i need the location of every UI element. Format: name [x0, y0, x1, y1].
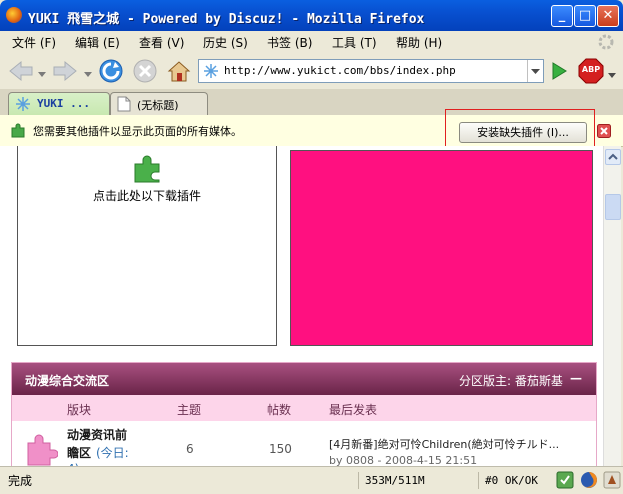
adblock-button[interactable]: ABP	[578, 58, 604, 84]
posts-count: 150	[269, 442, 292, 456]
puzzle-icon	[132, 154, 162, 184]
forum-column-header: 版块 主题 帖数 最后发表	[12, 395, 596, 421]
status-extension-icon[interactable]	[556, 471, 574, 489]
notification-close-icon[interactable]	[597, 124, 611, 138]
tab-untitled[interactable]: (无标题)	[110, 92, 208, 115]
column-board: 版块	[67, 403, 92, 417]
menu-view[interactable]: 查看 (V)	[139, 34, 184, 51]
topics-count: 6	[186, 442, 194, 456]
home-button[interactable]	[166, 58, 192, 84]
minimize-button[interactable]: _	[551, 5, 573, 27]
board-name-cont[interactable]: 瞻区	[67, 444, 91, 461]
forward-arrow-icon	[53, 60, 77, 82]
navigation-toolbar: http://www.yukict.com/bbs/index.php ABP	[0, 53, 623, 90]
security-status-icon[interactable]	[603, 471, 621, 489]
status-text: 完成	[8, 474, 33, 488]
table-row: 动漫资讯前 瞻区 (今日: 4) 6 150 [4月新番]绝对可怜Childre…	[12, 421, 596, 466]
menu-help[interactable]: 帮助 (H)	[396, 34, 442, 51]
tab-favicon	[15, 96, 31, 112]
page-content: 点击此处以下载插件 动漫综合交流区 分区版主: 番茄斯基 — 版块 主题 帖数 …	[0, 146, 603, 466]
notification-message: 您需要其他插件以显示此页面的所有媒体。	[33, 125, 242, 138]
url-text[interactable]: http://www.yukict.com/bbs/index.php	[224, 64, 456, 77]
site-favicon	[203, 63, 219, 79]
tab-yuki[interactable]: YUKI ...	[8, 92, 110, 115]
board-puzzle-icon	[22, 433, 59, 466]
firefox-icon	[6, 7, 22, 23]
scroll-up-button[interactable]	[605, 149, 621, 165]
highlight-box	[445, 109, 595, 148]
menu-file[interactable]: 文件 (F)	[12, 34, 56, 51]
firefox-status-icon[interactable]	[580, 471, 598, 489]
plugin-placeholder[interactable]: 点击此处以下载插件	[17, 146, 277, 346]
menu-edit[interactable]: 编辑 (E)	[75, 34, 120, 51]
adblock-label: ABP	[581, 65, 601, 74]
flash-placeholder[interactable]	[290, 150, 593, 346]
back-button[interactable]	[8, 60, 34, 82]
memory-indicator: 353M/511M	[358, 472, 483, 489]
section-moderator[interactable]: 分区版主: 番茄斯基	[459, 372, 563, 389]
last-post-meta[interactable]: by 0808 - 2008-4-15 21:51	[329, 454, 477, 466]
section-title[interactable]: 动漫综合交流区	[25, 372, 109, 389]
reload-button[interactable]	[98, 58, 124, 84]
vertical-scrollbar[interactable]	[603, 146, 621, 466]
scroll-thumb[interactable]	[605, 194, 621, 220]
plugin-download-link[interactable]: 点击此处以下载插件	[18, 187, 276, 204]
url-dropdown-icon[interactable]	[527, 60, 543, 82]
forum-section-header: 动漫综合交流区 分区版主: 番茄斯基 —	[12, 363, 596, 395]
forward-button[interactable]	[52, 60, 78, 82]
board-name[interactable]: 动漫资讯前	[67, 426, 127, 443]
column-topics: 主题	[177, 403, 202, 417]
tab-label: (无标题)	[137, 99, 179, 112]
puzzle-icon	[10, 123, 26, 139]
page-icon	[117, 96, 131, 112]
menu-history[interactable]: 历史 (S)	[203, 34, 248, 51]
go-arrow-icon	[552, 62, 567, 80]
menu-tools[interactable]: 工具 (T)	[332, 34, 377, 51]
window-title: YUKI 飛雪之城 - Powered by Discuz! - Mozilla…	[28, 12, 425, 27]
throbber-icon	[597, 33, 615, 51]
menu-bookmarks[interactable]: 书签 (B)	[267, 34, 312, 51]
column-posts: 帖数	[267, 403, 292, 417]
last-post-title[interactable]: [4月新番]绝对可怜Children(絶対可怜チルド...	[329, 436, 559, 452]
stop-icon	[133, 59, 157, 83]
back-dropdown-icon[interactable]	[38, 67, 46, 77]
reload-icon	[99, 59, 123, 83]
stop-button[interactable]	[132, 58, 158, 84]
go-button[interactable]	[548, 60, 570, 82]
collapse-button[interactable]: —	[570, 371, 582, 385]
url-bar[interactable]: http://www.yukict.com/bbs/index.php	[198, 59, 544, 83]
forum-section: 动漫综合交流区 分区版主: 番茄斯基 — 版块 主题 帖数 最后发表 动漫资讯前…	[11, 362, 597, 466]
adblock-dropdown-icon[interactable]	[608, 68, 616, 78]
close-button[interactable]: ✕	[597, 5, 619, 27]
menu-bar: 文件 (F) 编辑 (E) 查看 (V) 历史 (S) 书签 (B) 工具 (T…	[0, 31, 623, 53]
status-bar: 完成 353M/511M #0 OK/OK	[0, 466, 623, 494]
tab-label: YUKI ...	[37, 97, 90, 110]
column-last-post: 最后发表	[329, 403, 378, 417]
window-titlebar[interactable]: YUKI 飛雪之城 - Powered by Discuz! - Mozilla…	[0, 0, 623, 31]
home-icon	[167, 61, 191, 82]
maximize-button[interactable]: □	[574, 5, 596, 27]
scroll-up-icon	[608, 153, 618, 160]
back-arrow-icon	[9, 60, 33, 82]
speed-indicator: #0 OK/OK	[478, 472, 553, 489]
forward-dropdown-icon[interactable]	[84, 67, 92, 77]
today-label: (今日:	[96, 446, 129, 460]
